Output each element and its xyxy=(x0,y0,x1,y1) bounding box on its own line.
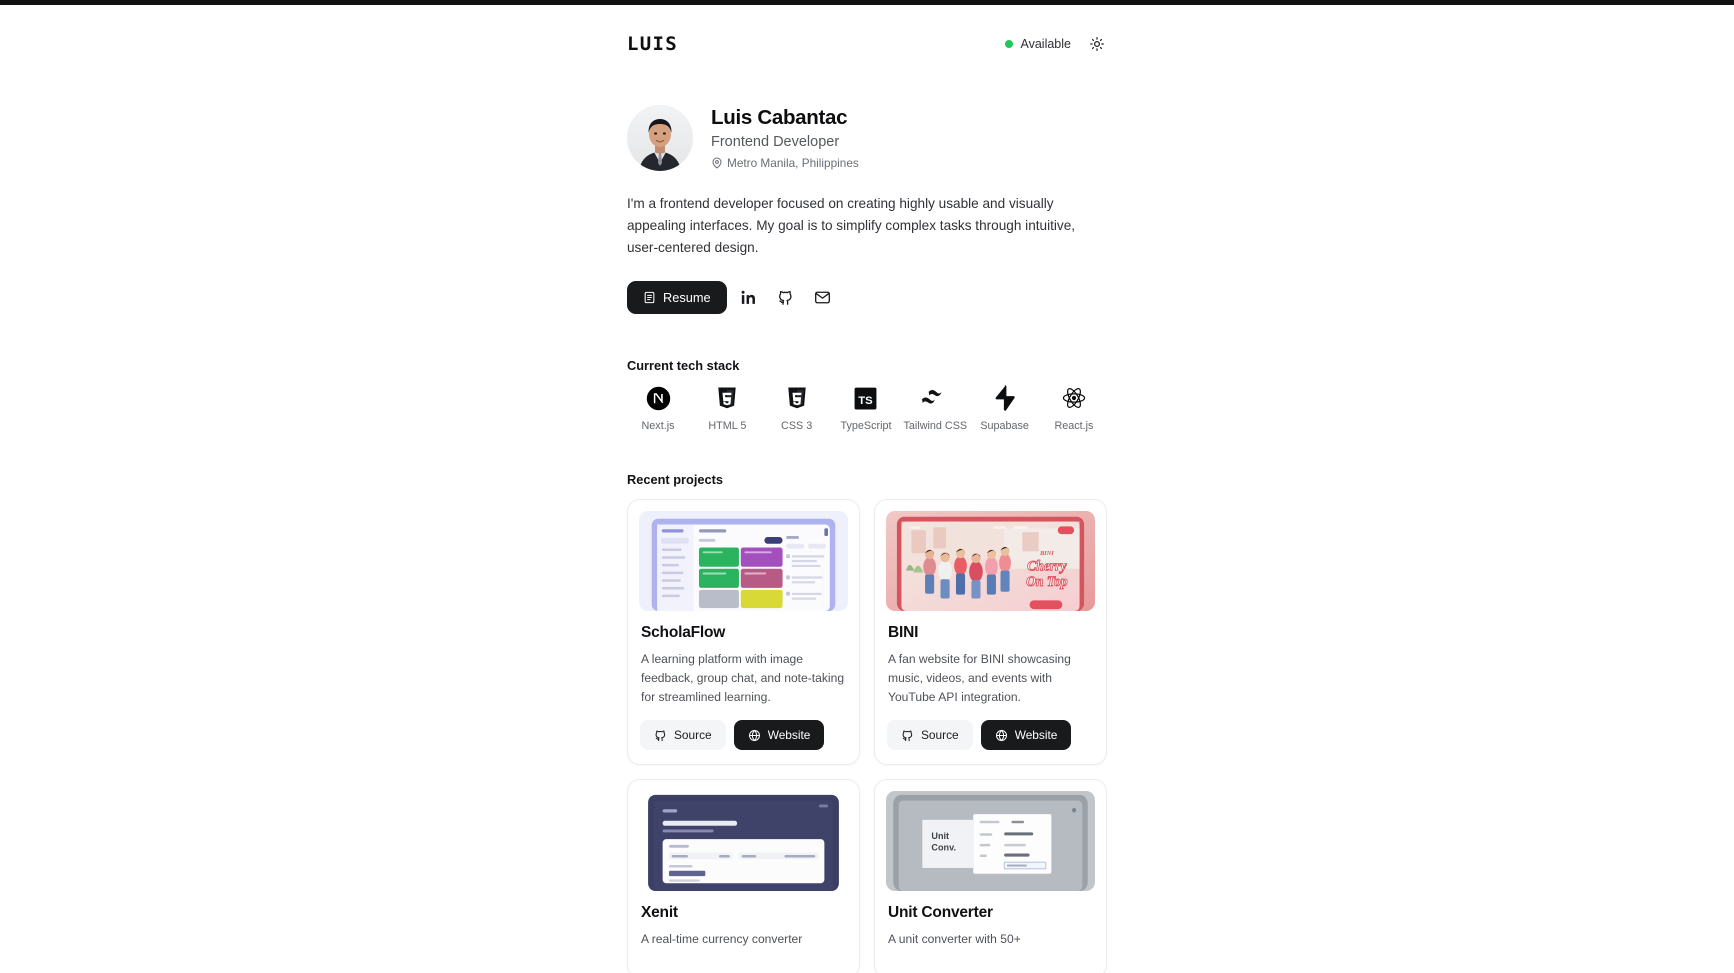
profile-photo-icon xyxy=(627,105,693,171)
tech-label-tailwind: Tailwind CSS xyxy=(903,420,968,433)
tech-item-css3[interactable]: CSS 3 xyxy=(766,385,828,432)
tech-stack-title: Current tech stack xyxy=(627,358,740,374)
tech-item-typescript[interactable]: TS TypeScript xyxy=(835,385,897,432)
project-card-unit-converter[interactable]: Unit Conv. Unit Converter A unit convert… xyxy=(874,779,1107,973)
website-button-label: Website xyxy=(767,728,811,743)
theme-toggle-button[interactable] xyxy=(1087,34,1107,54)
github-icon xyxy=(902,730,913,741)
nextjs-icon xyxy=(646,385,671,411)
svg-text:Conv.: Conv. xyxy=(931,843,956,853)
tailwind-icon xyxy=(921,385,949,411)
html5-icon xyxy=(715,385,739,411)
project-desc-xenit: A real-time currency converter xyxy=(641,932,803,947)
github-icon xyxy=(779,291,792,305)
page-container: LUIS Available Luis Cabantac Frontend De… xyxy=(627,5,1107,973)
linkedin-icon xyxy=(741,290,756,304)
email-link-button[interactable] xyxy=(808,283,838,313)
project-thumbnail-scholaflow xyxy=(639,511,848,612)
tech-label-html5: HTML 5 xyxy=(708,420,747,433)
github-icon xyxy=(655,730,666,741)
xenit-converter-screenshot-icon xyxy=(639,791,848,892)
css3-icon xyxy=(785,385,809,411)
globe-icon xyxy=(995,729,1007,741)
profile-bio: I'm a frontend developer focused on crea… xyxy=(627,196,1076,256)
tech-stack-grid: Next.js HTML 5 CSS 3 TS TypeScript Tailw… xyxy=(627,385,1107,432)
typescript-icon: TS xyxy=(853,385,878,411)
source-button-label: Source xyxy=(921,728,959,743)
project-thumbnail-xenit xyxy=(639,791,848,892)
project-buttons-scholaflow: Source Website xyxy=(640,720,847,751)
tech-item-react[interactable]: React.js xyxy=(1043,385,1105,432)
source-button-label: Source xyxy=(674,728,712,743)
profile-location-label: Metro Manila, Philippines xyxy=(727,156,859,171)
project-thumbnail-unit-converter: Unit Conv. xyxy=(886,791,1095,892)
globe-icon xyxy=(748,729,760,741)
project-buttons-bini: Source Website xyxy=(887,720,1094,751)
profile-role: Frontend Developer xyxy=(711,134,840,151)
site-header: LUIS Available xyxy=(627,27,1107,61)
github-link-button[interactable] xyxy=(771,283,801,313)
project-name-unit-converter: Unit Converter xyxy=(888,904,993,922)
project-card-scholaflow[interactable]: ScholaFlow A learning platform with imag… xyxy=(627,499,860,766)
website-button-scholaflow[interactable]: Website xyxy=(733,720,825,751)
profile-header: Luis Cabantac Frontend Developer Metro M… xyxy=(627,105,1107,171)
tech-label-nextjs: Next.js xyxy=(641,420,675,433)
svg-text:TS: TS xyxy=(859,395,874,407)
tech-label-typescript: TypeScript xyxy=(840,420,892,433)
header-right-group: Available xyxy=(1005,34,1107,54)
source-button-scholaflow[interactable]: Source xyxy=(640,720,726,751)
linkedin-link-button[interactable] xyxy=(734,283,764,313)
react-icon xyxy=(1061,385,1087,411)
projects-title: Recent projects xyxy=(627,472,724,488)
tech-item-html5[interactable]: HTML 5 xyxy=(696,385,758,432)
availability-label: Available xyxy=(1020,37,1071,51)
project-name-bini: BINI xyxy=(888,624,919,642)
availability-status: Available xyxy=(1005,37,1071,51)
svg-text:Cherry: Cherry xyxy=(1027,558,1067,574)
file-text-icon xyxy=(644,291,655,304)
source-button-bini[interactable]: Source xyxy=(887,720,973,751)
tech-label-supabase: Supabase xyxy=(980,420,1029,433)
mail-icon xyxy=(815,291,831,304)
project-desc-bini: A fan website for BINI showcasing music,… xyxy=(888,652,1071,704)
profile-location: Metro Manila, Philippines xyxy=(711,156,859,170)
website-button-bini[interactable]: Website xyxy=(980,720,1072,751)
resume-button-label: Resume xyxy=(663,290,711,306)
profile-name: Luis Cabantac xyxy=(711,105,848,129)
tech-item-nextjs[interactable]: Next.js xyxy=(627,385,689,432)
scholaflow-dashboard-screenshot-icon xyxy=(639,511,848,612)
tech-label-css3: CSS 3 xyxy=(781,420,813,433)
bini-cherry-on-top-screenshot-icon: BINI Cherry On Top xyxy=(886,511,1095,612)
map-pin-icon xyxy=(712,157,722,169)
tech-label-react: React.js xyxy=(1054,420,1094,433)
svg-text:BINI: BINI xyxy=(1039,550,1054,557)
identity-block: Luis Cabantac Frontend Developer Metro M… xyxy=(711,106,859,171)
projects-grid: ScholaFlow A learning platform with imag… xyxy=(627,499,1107,973)
profile-actions: Resume xyxy=(627,281,1107,315)
website-button-label: Website xyxy=(1014,728,1058,743)
svg-text:On Top: On Top xyxy=(1026,574,1067,590)
resume-button[interactable]: Resume xyxy=(627,281,727,315)
avatar xyxy=(627,105,693,171)
project-desc-scholaflow: A learning platform with image feedback,… xyxy=(641,652,845,704)
project-name-scholaflow: ScholaFlow xyxy=(641,624,726,642)
unit-converter-screenshot-icon: Unit Conv. xyxy=(886,791,1095,892)
availability-dot-icon xyxy=(1005,40,1014,48)
supabase-icon xyxy=(994,385,1015,411)
project-name-xenit: Xenit xyxy=(641,904,678,922)
tech-item-supabase[interactable]: Supabase xyxy=(974,385,1036,432)
brand-logo[interactable]: LUIS xyxy=(627,33,678,55)
project-thumbnail-bini: BINI Cherry On Top xyxy=(886,511,1095,612)
tech-item-tailwind[interactable]: Tailwind CSS xyxy=(903,385,968,433)
sun-icon xyxy=(1090,37,1104,51)
project-card-xenit[interactable]: Xenit A real-time currency converter xyxy=(627,779,860,973)
page-scroll-region[interactable]: LUIS Available Luis Cabantac Frontend De… xyxy=(0,5,1734,973)
project-desc-unit-converter: A unit converter with 50+ xyxy=(888,932,1021,947)
project-card-bini[interactable]: BINI Cherry On Top BINI A fan website fo… xyxy=(874,499,1107,766)
svg-text:Unit: Unit xyxy=(931,831,949,841)
